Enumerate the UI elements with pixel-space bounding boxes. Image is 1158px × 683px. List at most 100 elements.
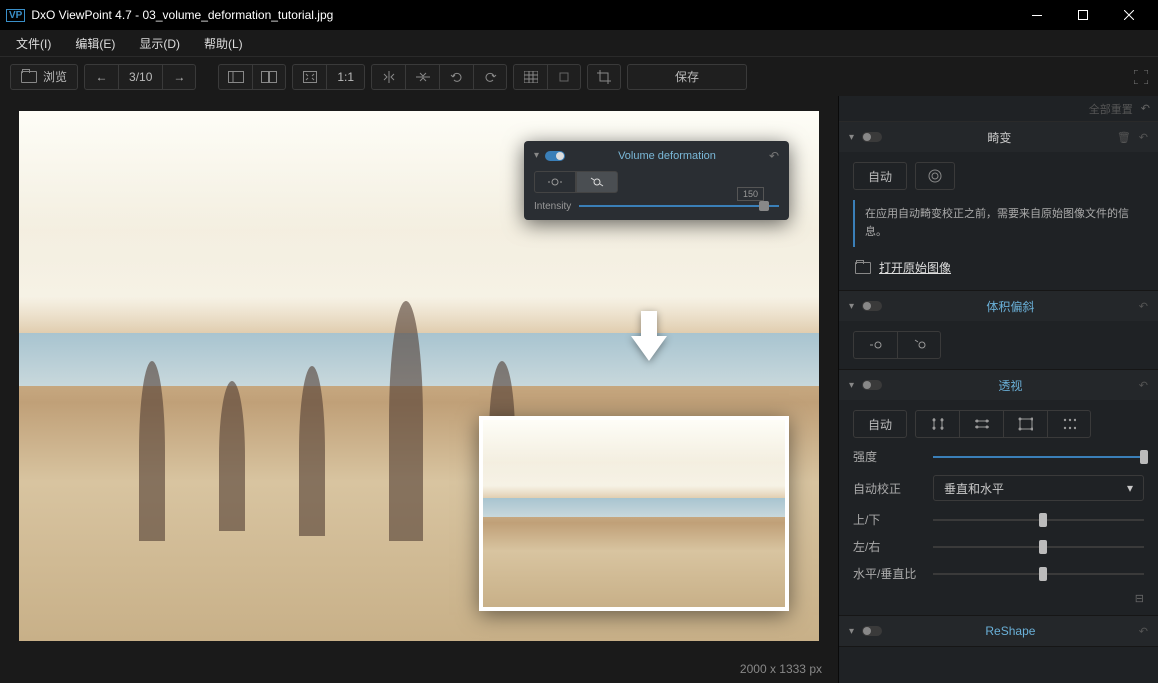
nav-group: ← 3/10 → xyxy=(84,64,196,90)
window-title: DxO ViewPoint 4.7 - 03_volume_deformatio… xyxy=(31,8,1014,22)
perspective-auto-button[interactable]: 自动 xyxy=(853,410,907,438)
reset-icon[interactable]: ↶ xyxy=(1139,300,1148,313)
delete-icon[interactable]: 🗑 xyxy=(1117,131,1131,144)
chevron-down-icon: ▾ xyxy=(849,301,854,312)
compare-split-icon[interactable] xyxy=(252,64,286,90)
rotate-cw-icon[interactable] xyxy=(473,64,507,90)
crop-icon[interactable] xyxy=(587,64,621,90)
reset-icon[interactable]: ↶ xyxy=(769,149,779,163)
intensity-value: 150 xyxy=(737,187,764,201)
compare-single-icon[interactable] xyxy=(218,64,252,90)
rectangle-tool-icon[interactable] xyxy=(1003,410,1047,438)
minimize-button[interactable] xyxy=(1014,0,1060,30)
fit-icon[interactable] xyxy=(292,64,326,90)
section-header-reshape[interactable]: ▾ ReShape ↶ xyxy=(839,616,1158,646)
transform-group xyxy=(371,64,507,90)
titlebar: VP DxO ViewPoint 4.7 - 03_volume_deforma… xyxy=(0,0,1158,30)
reshape-toggle[interactable] xyxy=(862,626,882,636)
reset-icon[interactable]: ↶ xyxy=(1139,379,1148,392)
volume-toggle[interactable] xyxy=(862,301,882,311)
more-icon[interactable]: ⊟ xyxy=(853,592,1144,605)
panel-toggle[interactable] xyxy=(545,151,565,161)
chevron-down-icon: ▾ xyxy=(849,626,854,637)
browse-button[interactable]: 浏览 xyxy=(10,64,78,90)
updown-slider[interactable] xyxy=(933,519,1144,521)
result-preview-image xyxy=(479,416,789,611)
vertical-lines-icon[interactable] xyxy=(915,410,959,438)
close-button[interactable] xyxy=(1106,0,1152,30)
chevron-down-icon: ▾ xyxy=(1127,481,1133,495)
intensity-slider[interactable]: 150 xyxy=(579,205,779,207)
mode-diagonal-button[interactable] xyxy=(576,171,618,193)
zoom-1-1-button[interactable]: 1:1 xyxy=(326,64,365,90)
flip-h-icon[interactable] xyxy=(371,64,405,90)
toolbar: 浏览 ← 3/10 → 1:1 保存 xyxy=(0,56,1158,96)
perspective-toggle[interactable] xyxy=(862,380,882,390)
panel-title: Volume deformation xyxy=(571,150,763,162)
intensity-label: 强度 xyxy=(853,448,923,465)
section-reshape: ▾ ReShape ↶ xyxy=(839,616,1158,647)
reset-all-button[interactable]: 全部重置 xyxy=(1089,101,1133,117)
section-title: ReShape xyxy=(890,624,1131,638)
folder-icon xyxy=(21,71,37,83)
save-button[interactable]: 保存 xyxy=(627,64,747,90)
main-image: ▾ Volume deformation ↶ Intensity 150 xyxy=(19,111,819,641)
distortion-manual-button[interactable] xyxy=(915,162,955,190)
menu-view[interactable]: 显示(D) xyxy=(133,31,186,56)
grid-icon[interactable] xyxy=(513,64,547,90)
distortion-info: 在应用自动畸变校正之前，需要来自原始图像文件的信息。 xyxy=(853,200,1144,247)
sidebar: 全部重置 ↶ ▾ 畸变 🗑 ↶ 自动 在应用自动畸变校正之前，需要来自原始图像文… xyxy=(838,96,1158,683)
reset-icon[interactable]: ↶ xyxy=(1139,625,1148,638)
distortion-toggle[interactable] xyxy=(862,132,882,142)
chevron-down-icon: ▾ xyxy=(849,380,854,391)
section-volume: ▾ 体积偏斜 ↶ xyxy=(839,291,1158,370)
sidebar-header: 全部重置 ↶ xyxy=(839,96,1158,122)
maximize-button[interactable] xyxy=(1060,0,1106,30)
image-dimensions: 2000 x 1333 px xyxy=(740,662,822,676)
menu-help[interactable]: 帮助(L) xyxy=(198,31,249,56)
section-header-volume[interactable]: ▾ 体积偏斜 ↶ xyxy=(839,291,1158,321)
reset-icon[interactable]: ↶ xyxy=(1139,131,1148,144)
section-title: 畸变 xyxy=(890,129,1109,146)
section-perspective: ▾ 透视 ↶ 自动 强度 xyxy=(839,370,1158,616)
rotate-ccw-icon[interactable] xyxy=(439,64,473,90)
open-original-link[interactable]: 打开原始图像 xyxy=(853,255,1144,280)
section-distortion: ▾ 畸变 🗑 ↶ 自动 在应用自动畸变校正之前，需要来自原始图像文件的信息。 打… xyxy=(839,122,1158,291)
next-button[interactable]: → xyxy=(162,64,196,90)
updown-label: 上/下 xyxy=(853,511,923,528)
distortion-auto-button[interactable]: 自动 xyxy=(853,162,907,190)
guides-icon[interactable] xyxy=(547,64,581,90)
prev-button[interactable]: ← xyxy=(84,64,118,90)
volume-mode-d-button[interactable] xyxy=(897,331,941,359)
menu-edit[interactable]: 编辑(E) xyxy=(69,31,121,56)
image-counter: 3/10 xyxy=(118,64,162,90)
chevron-down-icon: ▾ xyxy=(849,132,854,143)
eight-point-icon[interactable] xyxy=(1047,410,1091,438)
canvas[interactable]: ▾ Volume deformation ↶ Intensity 150 xyxy=(0,96,838,655)
status-bar: 2000 x 1333 px xyxy=(0,655,838,683)
intensity-slider[interactable] xyxy=(933,456,1144,458)
hvratio-slider[interactable] xyxy=(933,573,1144,575)
intensity-label: Intensity xyxy=(534,201,571,212)
section-title: 透视 xyxy=(890,377,1131,394)
flip-v-icon[interactable] xyxy=(405,64,439,90)
fullscreen-icon[interactable] xyxy=(1134,70,1148,84)
auto-correct-select[interactable]: 垂直和水平 ▾ xyxy=(933,475,1144,501)
viewport: ▾ Volume deformation ↶ Intensity 150 xyxy=(0,96,838,683)
menu-file[interactable]: 文件(I) xyxy=(10,31,57,56)
leftright-label: 左/右 xyxy=(853,538,923,555)
mode-horizontal-button[interactable] xyxy=(534,171,576,193)
zoom-group: 1:1 xyxy=(292,64,365,90)
section-header-distortion[interactable]: ▾ 畸变 🗑 ↶ xyxy=(839,122,1158,152)
reset-icon[interactable]: ↶ xyxy=(1141,102,1150,115)
leftright-slider[interactable] xyxy=(933,546,1144,548)
horizontal-lines-icon[interactable] xyxy=(959,410,1003,438)
section-header-perspective[interactable]: ▾ 透视 ↶ xyxy=(839,370,1158,400)
volume-mode-h-button[interactable] xyxy=(853,331,897,359)
chevron-down-icon[interactable]: ▾ xyxy=(534,150,539,161)
volume-deformation-panel: ▾ Volume deformation ↶ Intensity 150 xyxy=(524,141,789,220)
arrow-down-icon xyxy=(629,311,669,361)
hvratio-label: 水平/垂直比 xyxy=(853,565,923,582)
folder-icon xyxy=(855,262,871,274)
menubar: 文件(I) 编辑(E) 显示(D) 帮助(L) xyxy=(0,30,1158,56)
